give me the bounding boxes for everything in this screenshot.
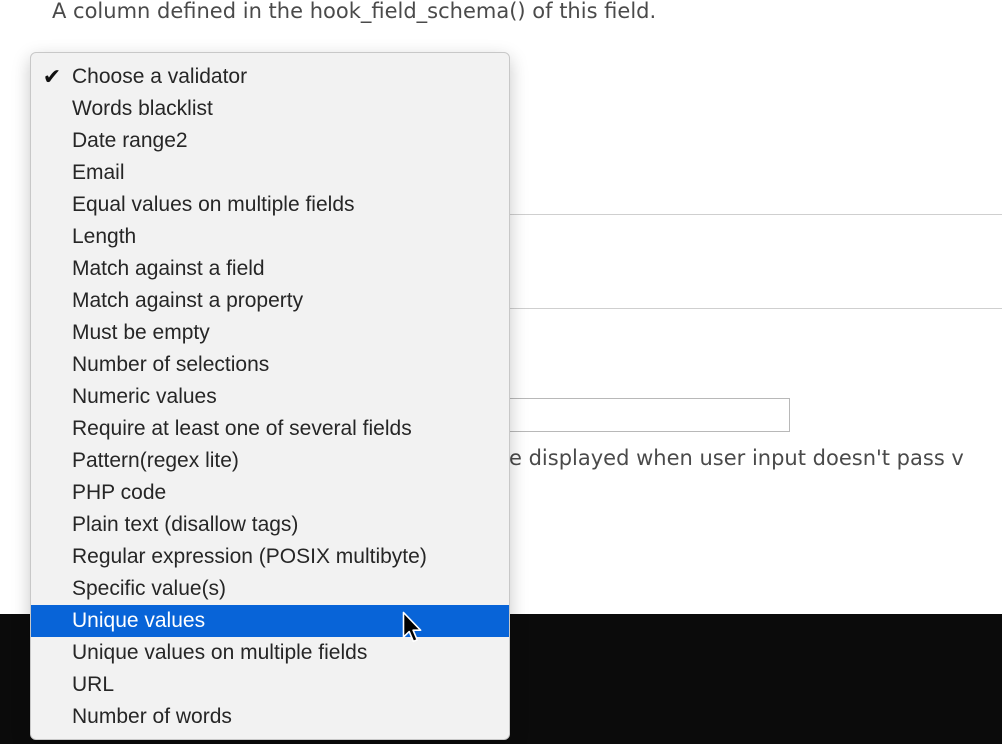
option-label: Length [72, 225, 137, 248]
option-choose-a-validator[interactable]: ✔ Choose a validator [31, 61, 509, 93]
option-label: Words blacklist [72, 97, 213, 120]
option-regular-expression[interactable]: Regular expression (POSIX multibyte) [31, 541, 509, 573]
option-email[interactable]: Email [31, 157, 509, 189]
error-message-input[interactable] [500, 398, 790, 432]
option-label: Must be empty [72, 321, 210, 344]
error-message-help-text: e displayed when user input doesn't pass… [509, 446, 964, 470]
option-label: PHP code [72, 481, 167, 504]
option-length[interactable]: Length [31, 221, 509, 253]
option-equal-values-on-multiple-fields[interactable]: Equal values on multiple fields [31, 189, 509, 221]
option-numeric-values[interactable]: Numeric values [31, 381, 509, 413]
option-number-of-selections[interactable]: Number of selections [31, 349, 509, 381]
divider [510, 214, 1002, 215]
divider [510, 308, 1002, 309]
option-words-blacklist[interactable]: Words blacklist [31, 93, 509, 125]
option-must-be-empty[interactable]: Must be empty [31, 317, 509, 349]
option-label: Number of words [72, 705, 232, 728]
option-number-of-words[interactable]: Number of words [31, 701, 509, 733]
option-label: Equal values on multiple fields [72, 193, 355, 216]
option-label: Match against a property [72, 289, 304, 312]
checkmark-icon: ✔ [42, 64, 62, 89]
option-label: Unique values on multiple fields [72, 641, 368, 664]
validator-option-list: ✔ Choose a validator Words blacklist Date… [31, 53, 509, 733]
option-url[interactable]: URL [31, 669, 509, 701]
option-label: Number of selections [72, 353, 270, 376]
validator-dropdown-menu[interactable]: ✔ Choose a validator Words blacklist Date… [30, 52, 510, 740]
field-description: A column defined in the hook_field_schem… [52, 0, 657, 23]
option-label: Regular expression (POSIX multibyte) [72, 545, 427, 568]
option-match-against-a-property[interactable]: Match against a property [31, 285, 509, 317]
option-match-against-a-field[interactable]: Match against a field [31, 253, 509, 285]
option-label: Require at least one of several fields [72, 417, 412, 440]
option-unique-values[interactable]: Unique values [31, 605, 509, 637]
option-label: Plain text (disallow tags) [72, 513, 299, 536]
option-label: Unique values [72, 609, 206, 632]
option-php-code[interactable]: PHP code [31, 477, 509, 509]
option-label: Specific value(s) [72, 577, 227, 600]
option-require-at-least-one-of-several-fields[interactable]: Require at least one of several fields [31, 413, 509, 445]
option-specific-values[interactable]: Specific value(s) [31, 573, 509, 605]
option-label: URL [72, 673, 115, 696]
option-label: Email [72, 161, 125, 184]
option-label: Numeric values [72, 385, 217, 408]
option-label: Match against a field [72, 257, 265, 280]
option-label: Date range2 [72, 129, 188, 152]
option-unique-values-on-multiple-fields[interactable]: Unique values on multiple fields [31, 637, 509, 669]
option-date-range2[interactable]: Date range2 [31, 125, 509, 157]
option-plain-text[interactable]: Plain text (disallow tags) [31, 509, 509, 541]
option-pattern-regex-lite[interactable]: Pattern(regex lite) [31, 445, 509, 477]
option-label: Choose a validator [72, 65, 248, 88]
mouse-pointer-icon [402, 611, 422, 643]
option-label: Pattern(regex lite) [72, 449, 239, 472]
